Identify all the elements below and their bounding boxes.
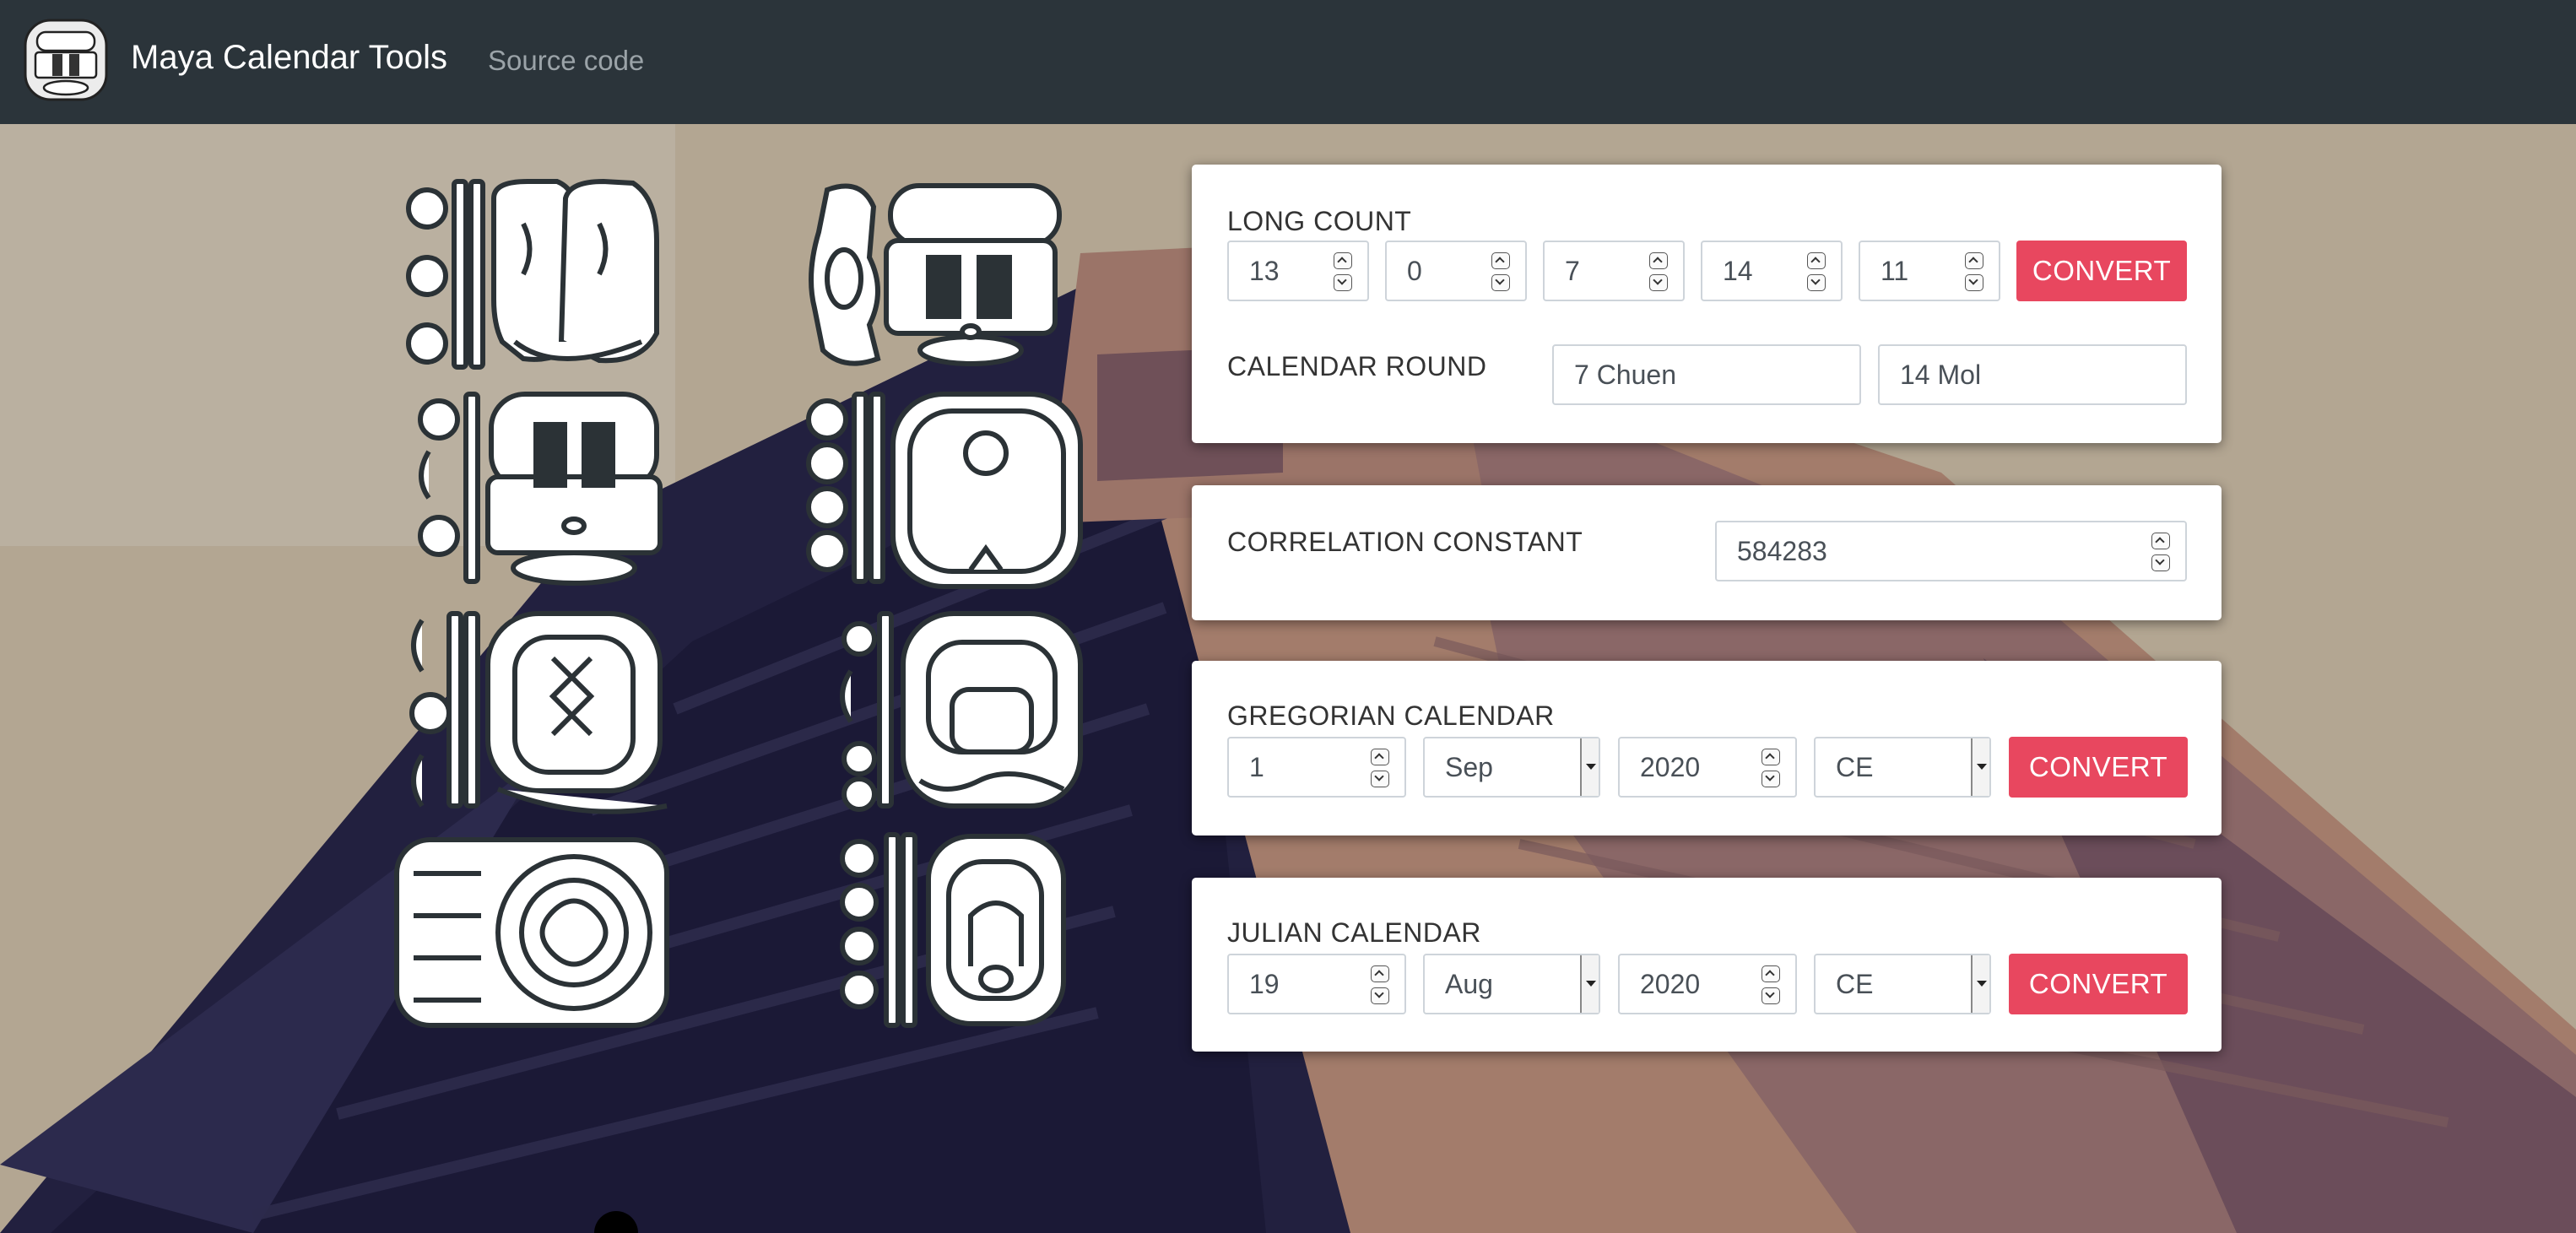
gregorian-year-input[interactable]: 2020	[1618, 737, 1797, 798]
glyph-14-mol-icon	[840, 832, 1066, 1028]
spinner-arrows-icon[interactable]	[1965, 252, 1985, 291]
long-count-tun-input[interactable]: 7	[1543, 241, 1685, 301]
julian-era-select[interactable]: CE	[1814, 954, 1991, 1014]
spinner-arrows-icon[interactable]	[2151, 533, 2172, 571]
glyph-11-icon	[840, 611, 1083, 812]
spinner-arrows-icon[interactable]	[1807, 252, 1827, 291]
spinner-arrows-icon[interactable]	[1334, 252, 1354, 291]
maya-glyph-logo-icon[interactable]	[22, 17, 110, 103]
glyph-7-kin-icon	[409, 611, 668, 814]
gregorian-convert-button[interactable]: CONVERT	[2009, 737, 2188, 798]
julian-day-input[interactable]: 19	[1227, 954, 1406, 1014]
long-count-uinal-input[interactable]: 14	[1701, 241, 1843, 301]
glyph-7-chuen-icon	[394, 837, 669, 1028]
glyph-13-baktun-icon	[406, 178, 659, 370]
long-count-convert-button[interactable]: CONVERT	[2016, 241, 2187, 301]
spinner-arrows-icon[interactable]	[1491, 252, 1512, 291]
spinner-arrows-icon[interactable]	[1762, 965, 1782, 1004]
source-code-link[interactable]: Source code	[488, 44, 644, 78]
top-navbar: Maya Calendar Tools Source code	[0, 0, 2576, 124]
spinner-arrows-icon[interactable]	[1371, 965, 1391, 1004]
dropdown-caret-icon[interactable]	[1971, 955, 1989, 1013]
dropdown-caret-icon[interactable]	[1971, 738, 1989, 796]
gregorian-calendar-title: GREGORIAN CALENDAR	[1227, 700, 1555, 731]
calendar-round-haab-input[interactable]: 14 Mol	[1878, 344, 2187, 405]
long-count-title: LONG COUNT	[1227, 206, 1412, 236]
julian-year-input[interactable]: 2020	[1618, 954, 1797, 1014]
correlation-constant-title: CORRELATION CONSTANT	[1227, 527, 1583, 557]
long-count-katun-input[interactable]: 0	[1385, 241, 1527, 301]
long-count-baktun-input[interactable]: 13	[1227, 241, 1369, 301]
correlation-constant-input[interactable]: 584283	[1715, 521, 2187, 581]
glyph-0-tun-icon	[418, 392, 663, 586]
calendar-round-tzolkin-input[interactable]: 7 Chuen	[1552, 344, 1861, 405]
long-count-card: LONG COUNT 13 0 7 14 11 CONVERT CALENDAR…	[1192, 165, 2222, 443]
glyph-0-katun-icon	[809, 183, 1062, 366]
dropdown-caret-icon[interactable]	[1580, 955, 1599, 1013]
gregorian-calendar-card: GREGORIAN CALENDAR 1 Sep 2020 CE CONVERT	[1192, 661, 2222, 836]
julian-convert-button[interactable]: CONVERT	[2009, 954, 2188, 1014]
spinner-arrows-icon[interactable]	[1371, 749, 1391, 787]
calendar-round-title: CALENDAR ROUND	[1227, 351, 1487, 381]
gregorian-month-select[interactable]: Sep	[1423, 737, 1600, 798]
julian-calendar-title: JULIAN CALENDAR	[1227, 917, 1481, 948]
spinner-arrows-icon[interactable]	[1649, 252, 1670, 291]
long-count-kin-input[interactable]: 11	[1859, 241, 2000, 301]
app-brand-title[interactable]: Maya Calendar Tools	[131, 37, 447, 78]
julian-calendar-card: JULIAN CALENDAR 19 Aug 2020 CE CONVERT	[1192, 878, 2222, 1052]
glyph-14-uinal-icon	[806, 392, 1083, 589]
maya-glyph-panel	[394, 178, 1083, 1028]
gregorian-day-input[interactable]: 1	[1227, 737, 1406, 798]
julian-month-select[interactable]: Aug	[1423, 954, 1600, 1014]
dropdown-caret-icon[interactable]	[1580, 738, 1599, 796]
gregorian-era-select[interactable]: CE	[1814, 737, 1991, 798]
correlation-constant-card: CORRELATION CONSTANT 584283	[1192, 485, 2222, 620]
spinner-arrows-icon[interactable]	[1762, 749, 1782, 787]
